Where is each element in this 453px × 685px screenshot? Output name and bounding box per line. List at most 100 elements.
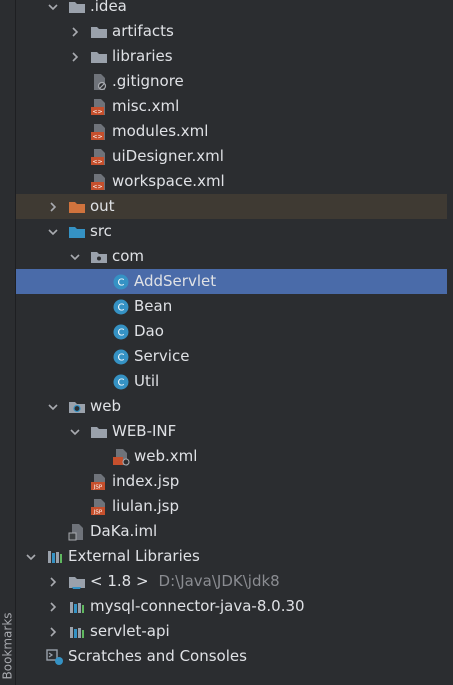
chevron-right-icon[interactable] <box>46 575 60 589</box>
tree-node-gitignore[interactable]: .gitignore <box>16 69 447 94</box>
tree-node-jdk[interactable]: < 1.8 > D:\Java\JDK\jdk8 <box>16 569 447 594</box>
scratches-icon <box>46 648 64 666</box>
xml-file-icon: <> <box>90 148 108 166</box>
library-icon <box>46 548 64 566</box>
chevron-down-icon[interactable] <box>68 425 82 439</box>
tree-node-modules[interactable]: <> modules.xml <box>16 119 447 144</box>
chevron-right-icon[interactable] <box>46 200 60 214</box>
tree-node-addservlet[interactable]: C AddServlet <box>16 269 447 294</box>
tree-node-label: modules.xml <box>112 122 209 140</box>
tree-node-label: misc.xml <box>112 97 180 115</box>
folder-icon <box>90 23 108 41</box>
xml-file-icon: <> <box>90 123 108 141</box>
tree-node-label: out <box>90 197 115 215</box>
tree-node-label: Bean <box>134 297 173 315</box>
tree-node-label: web.xml <box>134 447 198 465</box>
ignore-file-icon <box>90 73 108 91</box>
tree-node-out[interactable]: out <box>16 194 447 219</box>
chevron-right-icon[interactable] <box>68 50 82 64</box>
tree-node-label: src <box>90 222 112 240</box>
tree-node-label: .idea <box>90 0 127 15</box>
tree-node-util[interactable]: C Util <box>16 369 447 394</box>
tree-node-idea[interactable]: .idea <box>16 0 447 19</box>
folder-icon <box>90 48 108 66</box>
svg-text:C: C <box>118 277 125 288</box>
tree-node-scratches[interactable]: Scratches and Consoles <box>16 644 447 669</box>
tree-node-web[interactable]: web <box>16 394 447 419</box>
tree-node-misc[interactable]: <> misc.xml <box>16 94 447 119</box>
chevron-down-icon[interactable] <box>46 225 60 239</box>
svg-text:<>: <> <box>92 133 102 140</box>
tree-node-label: Service <box>134 347 190 365</box>
class-icon: C <box>112 323 130 341</box>
svg-text:<>: <> <box>92 108 102 115</box>
tree-node-workspace[interactable]: <> workspace.xml <box>16 169 447 194</box>
web-xml-icon <box>112 448 130 466</box>
bookmarks-tab[interactable]: Bookmarks <box>1 585 15 679</box>
tree-node-service[interactable]: C Service <box>16 344 447 369</box>
tree-node-label: libraries <box>112 47 173 65</box>
module-file-icon <box>68 523 86 541</box>
tree-node-uidesigner[interactable]: <> uiDesigner.xml <box>16 144 447 169</box>
jsp-file-icon: JSP <box>90 498 108 516</box>
class-icon: C <box>112 298 130 316</box>
tree-node-label: DaKa.iml <box>90 522 158 540</box>
source-folder-icon <box>68 223 86 241</box>
tree-node-liulanjsp[interactable]: JSP liulan.jsp <box>16 494 447 519</box>
chevron-right-icon[interactable] <box>46 600 60 614</box>
tree-node-indexjsp[interactable]: JSP index.jsp <box>16 469 447 494</box>
tree-node-servlet-api[interactable]: servlet-api <box>16 619 447 644</box>
tree-node-artifacts[interactable]: artifacts <box>16 19 447 44</box>
tree-node-label: AddServlet <box>134 272 217 290</box>
tree-node-label: .gitignore <box>112 72 184 90</box>
jsp-file-icon: JSP <box>90 473 108 491</box>
xml-file-icon: <> <box>90 173 108 191</box>
class-icon: C <box>112 373 130 391</box>
chevron-right-icon[interactable] <box>68 25 82 39</box>
tree-node-label: Dao <box>134 322 164 340</box>
tree-node-label: uiDesigner.xml <box>112 147 224 165</box>
jdk-label: < 1.8 > <box>90 572 149 590</box>
tree-node-label: mysql-connector-java-8.0.30 <box>90 597 305 615</box>
chevron-right-icon[interactable] <box>46 625 60 639</box>
xml-file-icon: <> <box>90 98 108 116</box>
folder-icon <box>90 423 108 441</box>
svg-text:C: C <box>118 302 125 313</box>
svg-text:JSP: JSP <box>93 509 103 515</box>
tree-node-label: workspace.xml <box>112 172 225 190</box>
tree-node-com[interactable]: com <box>16 244 447 269</box>
tree-node-mysql-connector[interactable]: mysql-connector-java-8.0.30 <box>16 594 447 619</box>
chevron-down-icon[interactable] <box>24 550 38 564</box>
tree-node-label: WEB-INF <box>112 422 177 440</box>
chevron-down-icon[interactable] <box>46 0 60 14</box>
tree-node-webxml[interactable]: web.xml <box>16 444 447 469</box>
svg-text:JSP: JSP <box>93 484 103 490</box>
jdk-folder-icon <box>68 573 86 591</box>
svg-text:C: C <box>118 327 125 338</box>
tree-node-label: index.jsp <box>112 472 180 490</box>
class-icon: C <box>112 348 130 366</box>
tree-node-label: Scratches and Consoles <box>68 647 247 665</box>
tree-node-bean[interactable]: C Bean <box>16 294 447 319</box>
tree-node-webinf[interactable]: WEB-INF <box>16 419 447 444</box>
tree-node-label: web <box>90 397 122 415</box>
tree-node-dao[interactable]: C Dao <box>16 319 447 344</box>
chevron-down-icon[interactable] <box>68 250 82 264</box>
class-icon: C <box>112 273 130 291</box>
svg-text:<>: <> <box>92 158 102 165</box>
tree-node-external-libraries[interactable]: External Libraries <box>16 544 447 569</box>
tree-node-label: com <box>112 247 145 265</box>
web-folder-icon <box>68 398 86 416</box>
svg-text:<>: <> <box>92 183 102 190</box>
tree-node-libraries[interactable]: libraries <box>16 44 447 69</box>
tree-node-label: Util <box>134 372 160 390</box>
bookmarks-rail: Bookmarks <box>0 0 16 685</box>
tree-node-label: liulan.jsp <box>112 497 179 515</box>
library-icon <box>68 598 86 616</box>
package-icon <box>90 248 108 266</box>
chevron-down-icon[interactable] <box>46 400 60 414</box>
tree-node-dakaiml[interactable]: DaKa.iml <box>16 519 447 544</box>
tree-node-src[interactable]: src <box>16 219 447 244</box>
svg-text:C: C <box>118 377 125 388</box>
tree-node-label: servlet-api <box>90 622 170 640</box>
